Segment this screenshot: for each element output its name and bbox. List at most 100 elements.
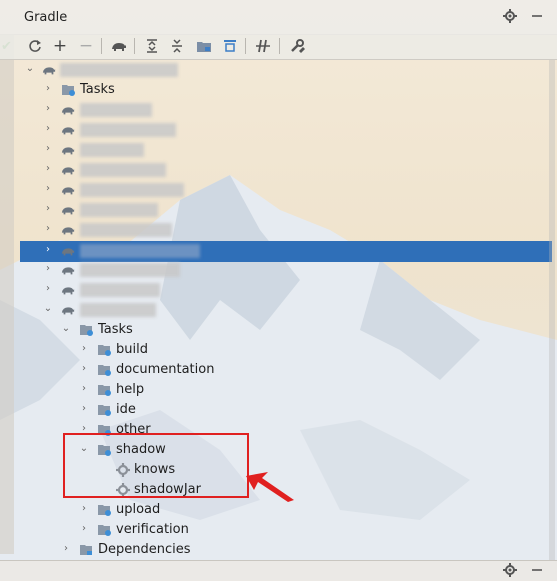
refresh-icon[interactable] <box>26 37 44 55</box>
remove-icon[interactable]: − <box>77 36 95 56</box>
gradle-elephant-icon <box>61 163 75 177</box>
task-group-folder-icon <box>97 383 111 397</box>
chevron-right-icon[interactable]: › <box>78 403 90 415</box>
chevron-right-icon[interactable]: › <box>42 283 54 295</box>
redacted-label <box>80 203 158 217</box>
tree-row-task-group[interactable]: › verification <box>20 520 552 540</box>
tree-row-task-group[interactable]: › help <box>20 380 552 400</box>
tree-item-label: documentation <box>116 362 215 377</box>
chevron-right-icon[interactable]: › <box>42 143 54 155</box>
chevron-right-icon[interactable]: › <box>78 363 90 375</box>
annotation-arrow <box>246 472 294 502</box>
highlight-box <box>63 433 249 498</box>
chevron-right-icon[interactable]: › <box>42 203 54 215</box>
tree-row-subproject-selected[interactable]: › <box>20 241 552 262</box>
dependencies-icon[interactable] <box>221 37 239 55</box>
task-group-folder-icon <box>97 343 111 357</box>
build-tool-settings-icon[interactable] <box>288 37 306 55</box>
chevron-right-icon[interactable]: › <box>78 523 90 535</box>
tree-row-module-tasks[interactable]: ⌄ Tasks <box>20 320 552 340</box>
tree-row-subproject[interactable]: › <box>20 200 552 220</box>
redacted-label <box>80 263 180 277</box>
tasks-folder-icon <box>79 323 93 337</box>
redacted-label <box>80 244 200 258</box>
gradle-elephant-icon <box>61 223 75 237</box>
tree-row-root-tasks[interactable]: › Tasks <box>20 80 552 100</box>
task-group-folder-icon <box>97 523 111 537</box>
gear-icon[interactable] <box>503 9 517 27</box>
execute-task-icon[interactable] <box>110 37 128 55</box>
tree-row-task-group[interactable]: › ide <box>20 400 552 420</box>
minus-icon[interactable] <box>531 563 543 581</box>
gear-icon[interactable] <box>503 563 517 581</box>
chevron-right-icon[interactable]: › <box>42 223 54 235</box>
chevron-down-icon[interactable]: ⌄ <box>42 303 54 315</box>
tree-row-subproject[interactable]: › <box>20 160 552 180</box>
tree-item-label: Dependencies <box>98 542 191 557</box>
task-group-folder-icon <box>97 363 111 377</box>
chevron-right-icon[interactable]: › <box>42 244 54 256</box>
redacted-label <box>80 223 172 237</box>
chevron-right-icon[interactable]: › <box>42 263 54 275</box>
expand-all-icon[interactable] <box>143 37 161 55</box>
chevron-down-icon[interactable]: ⌄ <box>60 323 72 335</box>
gradle-elephant-icon <box>61 123 75 137</box>
tree-row-subproject-expanded[interactable]: ⌄ <box>20 300 552 320</box>
tree-item-label: upload <box>116 502 161 517</box>
chevron-right-icon[interactable]: › <box>78 343 90 355</box>
gradle-elephant-icon <box>61 283 75 297</box>
chevron-right-icon[interactable]: › <box>42 163 54 175</box>
tree-row-subproject[interactable]: › <box>20 220 552 240</box>
tree-row-subproject[interactable]: › <box>20 140 552 160</box>
tree-row-subproject[interactable]: › <box>20 180 552 200</box>
gradle-toolbar: + − <box>0 34 557 60</box>
group-modules-icon[interactable] <box>195 37 213 55</box>
gradle-elephant-icon <box>61 143 75 157</box>
toolbar-separator <box>134 38 135 54</box>
gradle-tool-window: Gradle ✔ + − <box>0 0 557 581</box>
chevron-right-icon[interactable]: › <box>42 123 54 135</box>
chevron-right-icon[interactable]: › <box>42 83 54 95</box>
vertical-scrollbar[interactable] <box>549 60 555 560</box>
redacted-label <box>80 163 166 177</box>
redacted-label <box>60 63 178 77</box>
left-gutter <box>0 34 14 554</box>
redacted-label <box>80 283 160 297</box>
redacted-label <box>80 143 144 157</box>
chevron-right-icon[interactable]: › <box>42 183 54 195</box>
redacted-label <box>80 123 176 137</box>
tool-window-title: Gradle <box>24 10 68 25</box>
tree-row-root-project[interactable]: ⌄ <box>20 60 552 80</box>
tree-row-subproject[interactable]: › <box>20 100 552 120</box>
redacted-label <box>80 303 156 317</box>
chevron-right-icon[interactable]: › <box>42 103 54 115</box>
add-icon[interactable]: + <box>51 36 69 56</box>
redacted-label <box>80 103 152 117</box>
bottom-bar <box>0 560 557 581</box>
chevron-down-icon[interactable]: ⌄ <box>24 63 36 75</box>
dependencies-folder-icon <box>79 543 93 557</box>
tasks-folder-icon <box>61 83 75 97</box>
tree-item-label: Tasks <box>98 322 133 337</box>
task-group-folder-icon <box>97 503 111 517</box>
collapse-all-icon[interactable] <box>168 37 186 55</box>
tree-row-task-group[interactable]: › documentation <box>20 360 552 380</box>
tree-row-subproject[interactable]: › <box>20 280 552 300</box>
tool-window-header: Gradle <box>0 0 557 35</box>
minus-icon[interactable] <box>531 9 543 27</box>
tree-row-subproject[interactable]: › <box>20 260 552 280</box>
toolbar-separator <box>101 38 102 54</box>
tree-row-subproject[interactable]: › <box>20 120 552 140</box>
gradle-elephant-icon <box>61 244 75 258</box>
tree-item-label: help <box>116 382 145 397</box>
chevron-right-icon[interactable]: › <box>78 383 90 395</box>
tree-row-task-group[interactable]: › build <box>20 340 552 360</box>
tree-item-label: ide <box>116 402 136 417</box>
gradle-elephant-icon <box>61 303 75 317</box>
toolbar-separator <box>245 38 246 54</box>
chevron-right-icon[interactable]: › <box>78 503 90 515</box>
tree-item-label: verification <box>116 522 189 537</box>
chevron-right-icon[interactable]: › <box>60 543 72 555</box>
tree-row-dependencies[interactable]: › Dependencies <box>20 540 552 560</box>
toggle-offline-icon[interactable] <box>254 37 272 55</box>
